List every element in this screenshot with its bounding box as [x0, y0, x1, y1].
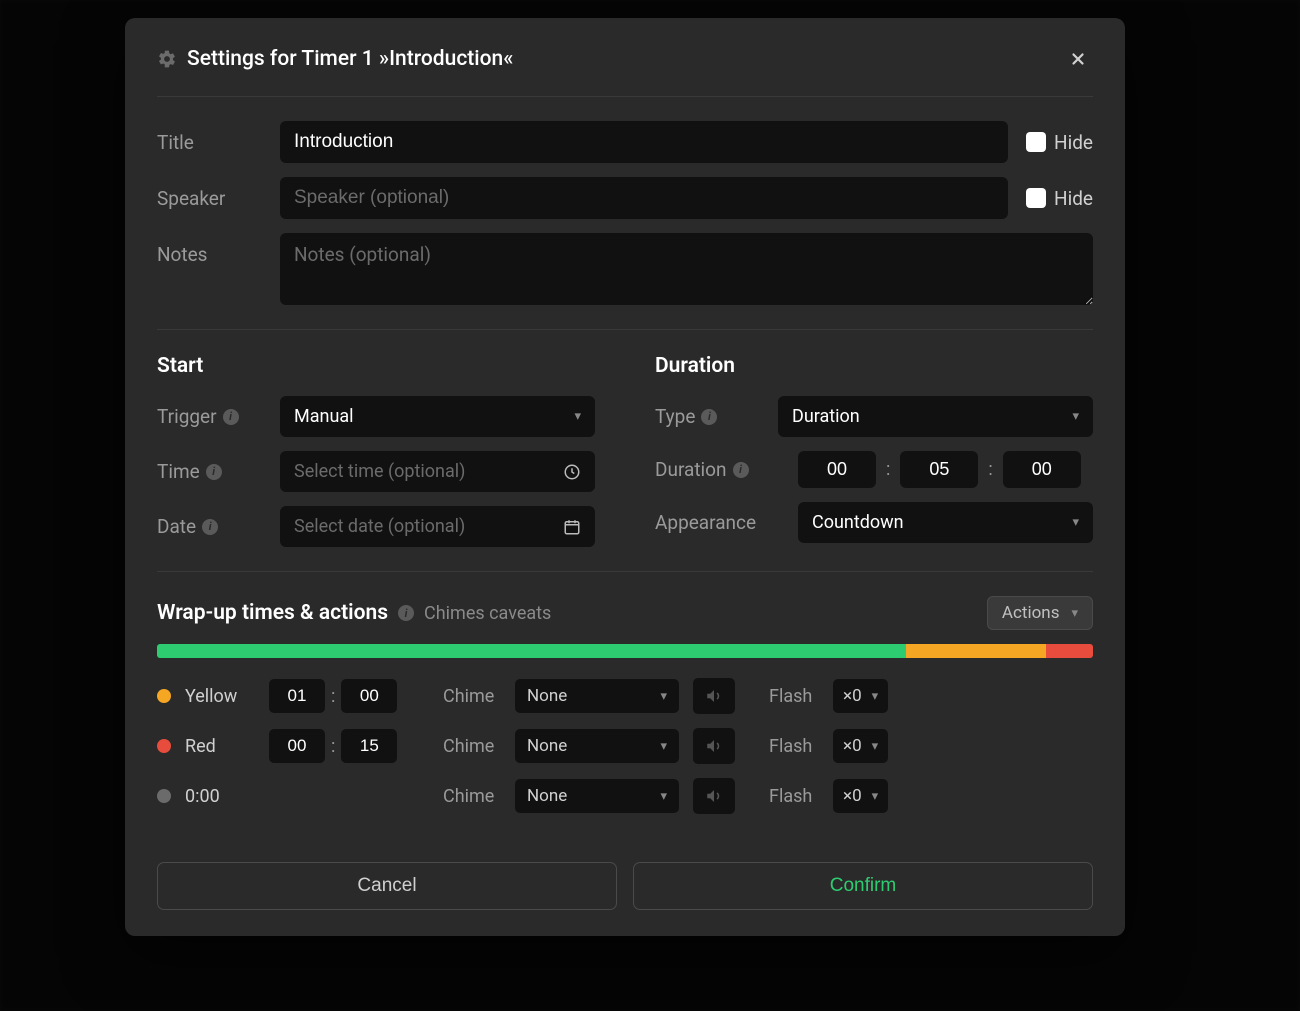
preview-sound-button[interactable] — [693, 728, 735, 764]
info-icon[interactable]: i — [701, 409, 717, 425]
chime-select[interactable]: None▾ — [515, 679, 679, 713]
chevron-down-icon: ▾ — [574, 409, 581, 424]
chimes-caveats-link[interactable]: Chimes caveats — [424, 603, 551, 624]
wrapup-row-label: Red — [185, 736, 255, 757]
hide-speaker-label: Hide — [1054, 187, 1093, 210]
modal-footer: Cancel Confirm — [157, 862, 1093, 910]
speaker-label: Speaker — [157, 187, 262, 210]
cancel-button[interactable]: Cancel — [157, 862, 617, 910]
start-column: Start Triggeri Manual ▾ Timei Select tim… — [157, 354, 595, 547]
start-heading: Start — [157, 354, 595, 378]
duration-heading: Duration — [655, 354, 1093, 378]
duration-column: Duration Typei Duration ▾ Durationi : : — [655, 354, 1093, 547]
info-icon[interactable]: i — [733, 462, 749, 478]
modal-header: Settings for Timer 1 »Introduction« — [157, 46, 1093, 97]
clock-icon — [563, 463, 581, 481]
chevron-down-icon: ▾ — [872, 689, 879, 704]
speaker-input[interactable] — [280, 177, 1008, 219]
flash-select[interactable]: ×0▾ — [833, 679, 888, 713]
preview-sound-button[interactable] — [693, 678, 735, 714]
flash-label: Flash — [769, 736, 819, 757]
timing-section: Start Triggeri Manual ▾ Timei Select tim… — [157, 330, 1093, 572]
info-icon[interactable]: i — [223, 409, 239, 425]
chime-select[interactable]: None▾ — [515, 779, 679, 813]
info-icon[interactable]: i — [206, 464, 222, 480]
hide-title-label: Hide — [1054, 131, 1093, 154]
progress-green — [157, 644, 906, 658]
type-select[interactable]: Duration ▾ — [778, 396, 1093, 437]
chevron-down-icon: ▾ — [660, 789, 667, 804]
title-input[interactable] — [280, 121, 1008, 163]
chime-label: Chime — [443, 786, 501, 807]
wrapup-minutes[interactable] — [269, 729, 325, 763]
yellow-dot-icon — [157, 689, 171, 703]
flash-select[interactable]: ×0▾ — [833, 779, 888, 813]
red-dot-icon — [157, 739, 171, 753]
duration-hours[interactable] — [798, 451, 876, 488]
chevron-down-icon: ▾ — [872, 789, 879, 804]
time-label: Time — [157, 460, 200, 483]
hide-speaker-checkbox[interactable] — [1026, 188, 1046, 208]
duration-minutes[interactable] — [900, 451, 978, 488]
wrapup-heading: Wrap-up times & actions — [157, 601, 388, 625]
gear-icon — [157, 49, 177, 69]
wrapup-row: Red:ChimeNone▾Flash×0▾ — [157, 728, 1093, 764]
chevron-down-icon: ▾ — [872, 739, 879, 754]
chime-label: Chime — [443, 736, 501, 757]
chevron-down-icon: ▾ — [660, 739, 667, 754]
chevron-down-icon: ▾ — [660, 689, 667, 704]
title-label: Title — [157, 131, 262, 154]
close-icon[interactable] — [1063, 46, 1093, 72]
wrapup-seconds[interactable] — [341, 729, 397, 763]
basic-fields-section: Title Hide Speaker Hide Notes — [157, 97, 1093, 330]
info-icon[interactable]: i — [398, 605, 414, 621]
hide-title-checkbox[interactable] — [1026, 132, 1046, 152]
wrapup-seconds[interactable] — [341, 679, 397, 713]
calendar-icon — [563, 518, 581, 536]
duration-seconds[interactable] — [1003, 451, 1081, 488]
wrapup-row-label: Yellow — [185, 686, 255, 707]
type-label: Type — [655, 405, 695, 428]
wrapup-row: 0:00 Chime None▾ Flash ×0▾ — [157, 778, 1093, 814]
duration-label: Duration — [655, 458, 727, 481]
wrapup-minutes[interactable] — [269, 679, 325, 713]
trigger-select[interactable]: Manual ▾ — [280, 396, 595, 437]
chevron-down-icon: ▾ — [1072, 409, 1079, 424]
timer-settings-modal: Settings for Timer 1 »Introduction« Titl… — [125, 18, 1125, 936]
trigger-label: Trigger — [157, 405, 217, 428]
chevron-down-icon: ▾ — [1071, 606, 1078, 621]
appearance-label: Appearance — [655, 511, 780, 534]
grey-dot-icon — [157, 789, 171, 803]
time-input[interactable]: Select time (optional) — [280, 451, 595, 492]
flash-label: Flash — [769, 686, 819, 707]
preview-sound-button[interactable] — [693, 778, 735, 814]
progress-bar — [157, 644, 1093, 658]
wrapup-section: Wrap-up times & actions i Chimes caveats… — [157, 572, 1093, 838]
notes-input[interactable] — [280, 233, 1093, 305]
wrapup-row-label: 0:00 — [185, 786, 255, 807]
date-label: Date — [157, 515, 196, 538]
flash-select[interactable]: ×0▾ — [833, 729, 888, 763]
notes-label: Notes — [157, 233, 262, 266]
chime-label: Chime — [443, 686, 501, 707]
confirm-button[interactable]: Confirm — [633, 862, 1093, 910]
appearance-select[interactable]: Countdown ▾ — [798, 502, 1093, 543]
chevron-down-icon: ▾ — [1072, 515, 1079, 530]
date-input[interactable]: Select date (optional) — [280, 506, 595, 547]
progress-yellow — [906, 644, 1046, 658]
chime-select[interactable]: None▾ — [515, 729, 679, 763]
flash-label: Flash — [769, 786, 819, 807]
modal-title: Settings for Timer 1 »Introduction« — [187, 47, 1053, 71]
progress-red — [1046, 644, 1093, 658]
actions-dropdown[interactable]: Actions ▾ — [987, 596, 1093, 630]
wrapup-row: Yellow:ChimeNone▾Flash×0▾ — [157, 678, 1093, 714]
info-icon[interactable]: i — [202, 519, 218, 535]
